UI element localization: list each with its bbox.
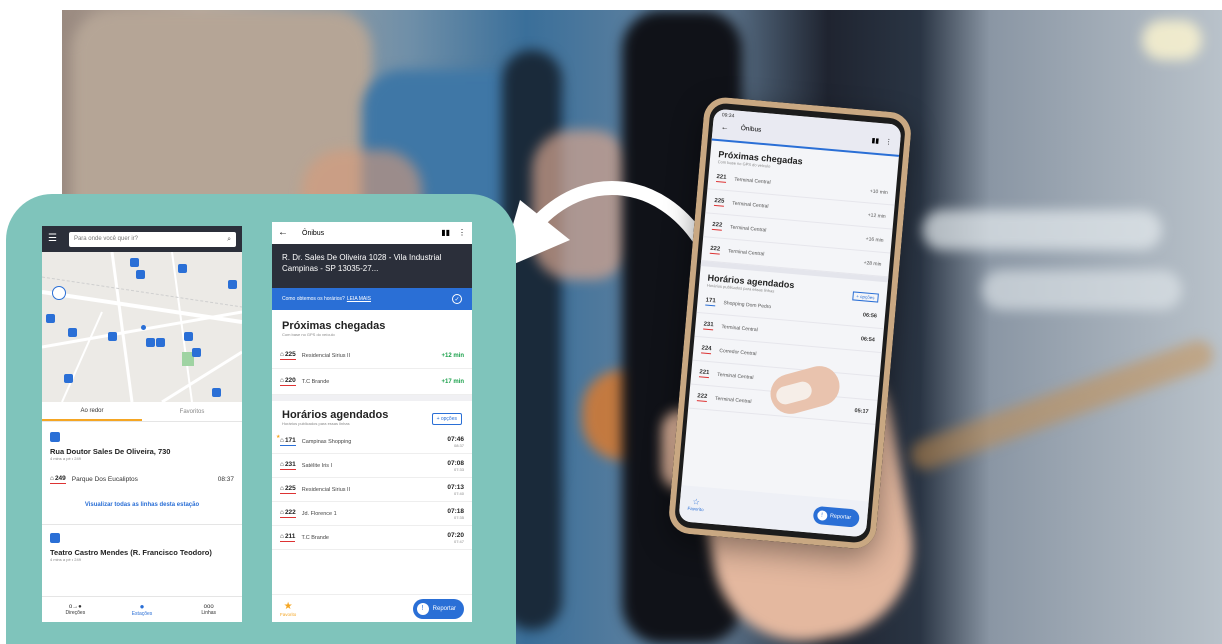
- star-icon: ★: [283, 600, 293, 612]
- bus-icon: ⌂: [50, 475, 54, 482]
- bus-icon: ⌂: [280, 437, 284, 444]
- map-icon[interactable]: ▮▮: [441, 229, 450, 237]
- more-vert-icon[interactable]: ⋮: [885, 137, 893, 146]
- more-vert-icon[interactable]: ⋮: [458, 229, 466, 237]
- arrival-row[interactable]: ⌂ 220 T.C Brande +17 min: [272, 369, 472, 395]
- arrivals-header: Próximas chegadas Com base no GPS do veí…: [282, 320, 386, 337]
- bus-stop-marker[interactable]: [108, 332, 117, 341]
- scheduled-row[interactable]: ⌂ 231 Satélite Iris I 07:08 07:33: [272, 454, 472, 478]
- tab-bar: Ao redor Favoritos: [42, 402, 242, 422]
- bus-stop-marker[interactable]: [178, 264, 187, 273]
- user-location-dot: [141, 325, 146, 330]
- bus-stop-marker[interactable]: [46, 314, 55, 323]
- scheduled-list: ★ ⌂ 171 Campinas Shopping 07:46 08:37 ⌂ 231…: [272, 430, 472, 550]
- arrival-row[interactable]: ⌂ 225 Residencial Sirius II +12 min: [272, 343, 472, 369]
- report-icon: !: [416, 602, 429, 615]
- bus-icon: ⌂: [280, 461, 284, 468]
- bus-icon: ⌂: [280, 351, 284, 358]
- bus-icon: ⌂: [280, 533, 284, 540]
- search-placeholder: Para onde você quer ir?: [73, 236, 139, 242]
- my-location-button[interactable]: [52, 286, 66, 300]
- location-pin-icon: ●: [139, 602, 145, 611]
- schedule-screen: ← Ônibus ▮▮ ⋮ R. Dr. Sales De Oliveira 1…: [272, 222, 472, 622]
- check-circle-icon[interactable]: ✓: [452, 294, 462, 304]
- line-badge: ⌂ 231: [280, 461, 296, 470]
- bus-stop-marker[interactable]: [156, 338, 165, 347]
- favorite-button[interactable]: ☆ Favorito: [687, 497, 704, 512]
- line-badge: ⌂ 211: [280, 533, 296, 542]
- line-badge: ⌂ 222: [280, 509, 296, 518]
- bus-stop-marker[interactable]: [136, 270, 145, 279]
- bus-stop-icon: [50, 432, 60, 442]
- back-arrow-icon[interactable]: ←: [720, 122, 729, 132]
- arrivals-list: ⌂ 225 Residencial Sirius II +12 min ⌂ 220 …: [272, 343, 472, 395]
- station-address: R. Dr. Sales De Oliveira 1028 - Vila Ind…: [272, 244, 472, 288]
- phone-bottom-bar: ☆ Favorito ! Reportar: [678, 485, 869, 538]
- tab-favoritos[interactable]: Favoritos: [142, 402, 242, 421]
- curved-arrow-icon: [500, 181, 707, 270]
- info-banner[interactable]: Como obtemos os horários? LEIA MAIS ✓: [272, 288, 472, 310]
- bus-stop-icon: [50, 533, 60, 543]
- line-badge: ⌂ 225: [280, 485, 296, 494]
- menu-icon[interactable]: ☰: [48, 234, 57, 244]
- scheduled-row[interactable]: ⌂ 225 Residencial Sirius II 07:13 07:40: [272, 478, 472, 502]
- bus-stop-marker[interactable]: [64, 374, 73, 383]
- stations-screen: ☰ Para onde você quer ir? ⌕ Ao redor Fav…: [42, 226, 242, 622]
- station-card[interactable]: Teatro Castro Mendes (R. Francisco Teodo…: [42, 525, 242, 562]
- star-icon: ★: [276, 434, 281, 440]
- bus-stop-marker[interactable]: [68, 328, 77, 337]
- more-options-button[interactable]: + opções: [851, 291, 879, 303]
- tab-ao-redor[interactable]: Ao redor: [42, 402, 142, 421]
- report-button[interactable]: ! Reportar: [412, 598, 464, 619]
- bottom-nav: o→● Direções ● Estações ooo Linhas: [42, 596, 242, 622]
- bus-stop-marker[interactable]: [130, 258, 139, 267]
- bus-stop-marker[interactable]: [146, 338, 155, 347]
- line-badge: ⌂ 225: [280, 351, 296, 360]
- bus-stop-marker[interactable]: [212, 388, 221, 397]
- phone-device: 09:34 ← Ônibus ▮▮ ⋮ Próximas chegadas Co…: [667, 95, 913, 551]
- app-bar: ← Ônibus ▮▮ ⋮: [272, 222, 472, 244]
- page-title: Ônibus: [302, 229, 325, 237]
- line-badge: ⌂ 249: [50, 475, 66, 484]
- bus-icon: ⌂: [280, 377, 284, 384]
- station-distance: 4 mins a pé • 249: [50, 456, 81, 461]
- scheduled-row[interactable]: ★ ⌂ 171 Campinas Shopping 07:46 08:37: [272, 430, 472, 454]
- line-badge: ⌂ 220: [280, 377, 296, 386]
- search-bar-area: ☰ Para onde você quer ir? ⌕: [42, 226, 242, 252]
- read-more-link[interactable]: LEIA MAIS: [347, 296, 452, 302]
- bus-stop-marker[interactable]: [192, 348, 201, 357]
- bus-icon: ⌂: [280, 509, 284, 516]
- scheduled-row[interactable]: ⌂ 222 Jd. Florence 1 07:18 07:35: [272, 502, 472, 526]
- search-input[interactable]: Para onde você quer ir? ⌕: [68, 231, 236, 247]
- report-icon: !: [816, 510, 828, 521]
- favorite-button[interactable]: ★ Favorito: [280, 601, 296, 617]
- station-line-row[interactable]: ⌂ 249 Parque Dos Eucaliptos 08:37: [50, 475, 234, 484]
- bottom-bar: ★ Favorito ! Reportar: [272, 594, 472, 622]
- bus-stop-marker[interactable]: [184, 332, 193, 341]
- station-name: Teatro Castro Mendes (R. Francisco Teodo…: [50, 548, 212, 557]
- bus-stop-marker[interactable]: [228, 280, 237, 289]
- promo-composite: ☰ Para onde você quer ir? ⌕ Ao redor Fav…: [0, 0, 1222, 644]
- view-all-lines-link[interactable]: Visualizar todas as linhas desta estação: [50, 502, 234, 508]
- search-icon[interactable]: ⌕: [227, 236, 231, 243]
- map[interactable]: [42, 252, 242, 402]
- phone-screen: 09:34 ← Ônibus ▮▮ ⋮ Próximas chegadas Co…: [678, 108, 902, 538]
- station-distance: 4 mins a pé • 249: [50, 557, 81, 562]
- back-arrow-icon[interactable]: ←: [278, 228, 288, 238]
- nav-estacoes[interactable]: ● Estações: [109, 597, 176, 622]
- line-badge: ⌂ 171: [280, 437, 296, 446]
- report-button[interactable]: ! Reportar: [812, 505, 860, 528]
- map-icon[interactable]: ▮▮: [871, 136, 879, 145]
- scheduled-header: Horários agendados Horários publicados p…: [272, 401, 472, 426]
- station-card[interactable]: Rua Doutor Sales De Oliveira, 730 4 mins…: [42, 422, 242, 508]
- nav-linhas[interactable]: ooo Linhas: [175, 597, 242, 622]
- scheduled-row[interactable]: ⌂ 211 T.C Brande 07:20 07:47: [272, 526, 472, 550]
- more-options-button[interactable]: + opções: [431, 413, 462, 425]
- nav-direcoes[interactable]: o→● Direções: [42, 597, 109, 622]
- bus-icon: ⌂: [280, 485, 284, 492]
- station-name: Rua Doutor Sales De Oliveira, 730: [50, 447, 171, 456]
